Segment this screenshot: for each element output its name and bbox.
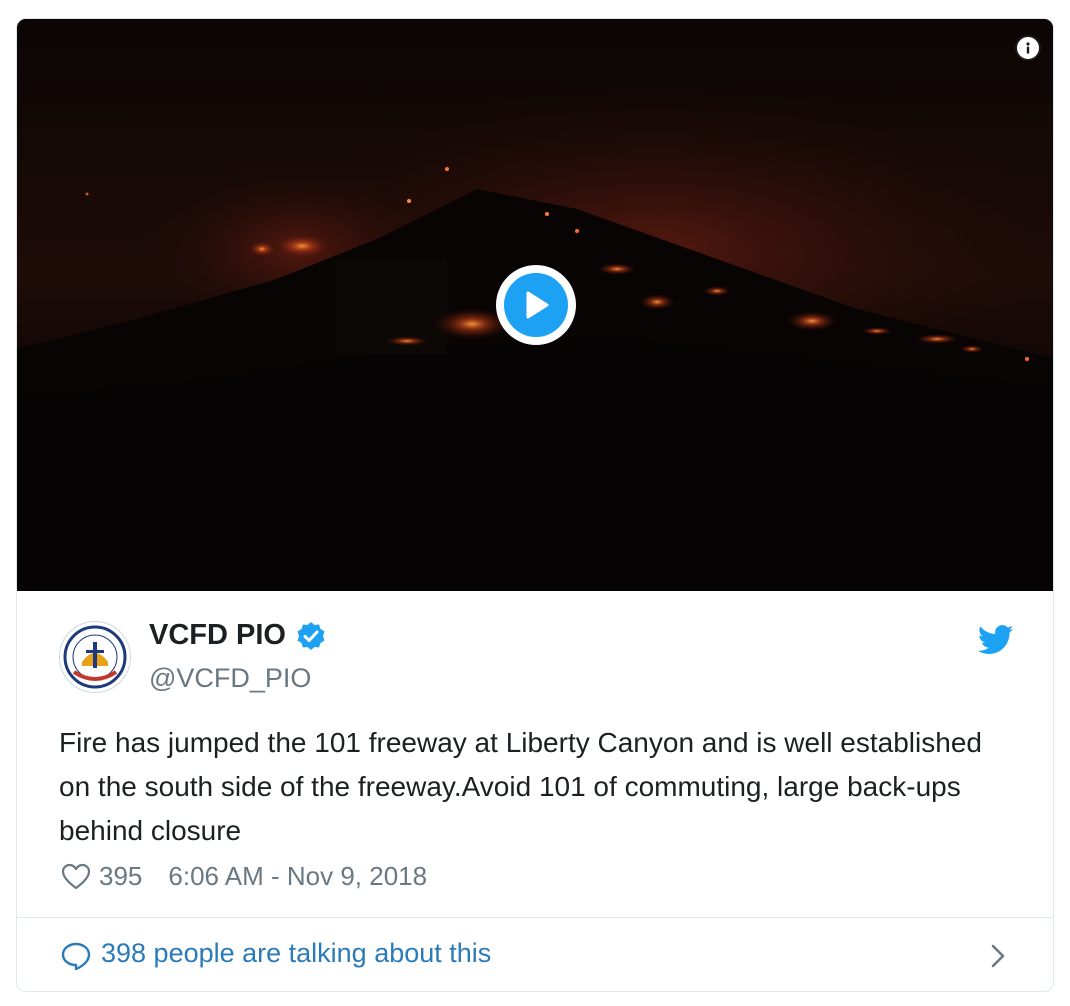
tweet-timestamp[interactable]: 6:06 AM - Nov 9, 2018 (168, 861, 427, 892)
verified-badge-icon (297, 621, 325, 650)
tweet-embed-card: VCFD PIO @VCFD_PIO Fire has jumped the 1… (16, 18, 1054, 992)
conversation-link[interactable]: 398 people are talking about this (17, 918, 1053, 991)
avatar[interactable] (59, 621, 131, 693)
tweet-text: Fire has jumped the 101 freeway at Liber… (59, 727, 982, 846)
play-icon (504, 273, 568, 337)
speech-bubble-icon (61, 942, 91, 970)
twitter-bird-icon[interactable] (977, 625, 1015, 655)
author-name-row[interactable]: VCFD PIO (149, 619, 326, 652)
author-display-name[interactable]: VCFD PIO (149, 619, 286, 652)
info-icon[interactable] (1015, 35, 1041, 61)
heart-icon[interactable] (61, 863, 91, 891)
chevron-right-icon[interactable] (989, 942, 1007, 970)
like-count[interactable]: 395 (99, 861, 142, 892)
video-thumbnail[interactable] (17, 19, 1053, 591)
tweet-meta: 395 6:06 AM - Nov 9, 2018 (61, 861, 427, 892)
play-button[interactable] (496, 265, 576, 345)
author-handle[interactable]: @VCFD_PIO (149, 663, 311, 694)
conversation-label[interactable]: 398 people are talking about this (101, 938, 491, 969)
